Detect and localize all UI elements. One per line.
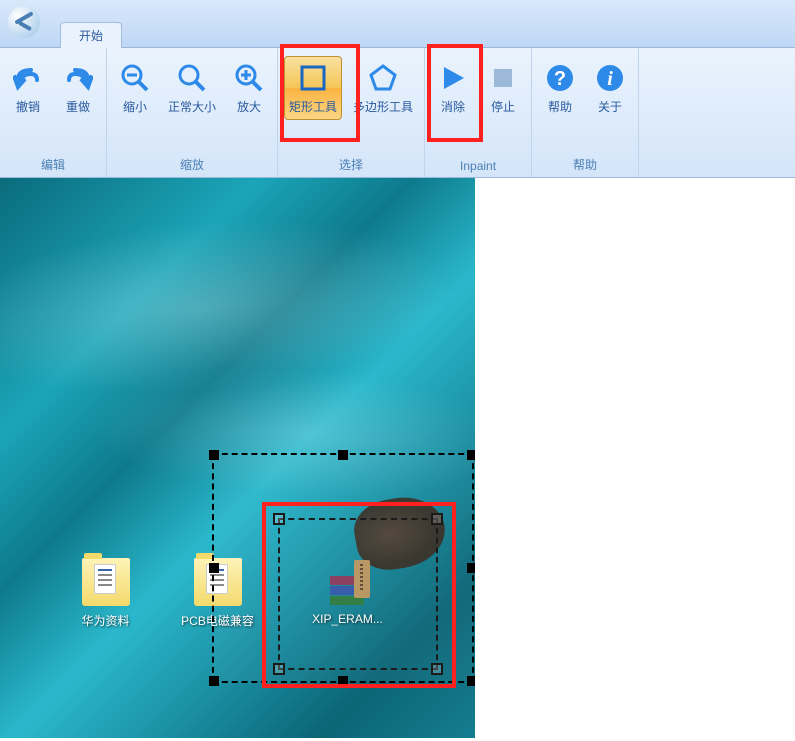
help-button[interactable]: ? 帮助 [538,56,582,120]
svg-text:?: ? [554,68,566,90]
svg-text:i: i [607,68,613,90]
tab-strip: 开始 [60,0,122,47]
zoom-in-icon [232,61,266,95]
group-label-inpaint: Inpaint [431,157,525,175]
app-icon[interactable] [8,6,40,38]
group-label-select: 选择 [284,154,418,175]
rectangle-icon [296,61,330,95]
help-icon: ? [543,61,577,95]
desktop-icon-1: 华为资料 [58,558,153,629]
title-bar: 开始 [0,0,795,48]
rect-tool-button[interactable]: 矩形工具 [284,56,342,120]
info-icon: i [593,61,627,95]
play-icon [436,61,470,95]
ribbon-group-zoom: 缩小 正常大小 放大 缩放 [107,48,278,177]
erase-button[interactable]: 消除 [431,56,475,120]
redo-button[interactable]: 重做 [56,56,100,120]
stop-icon [486,61,520,95]
stop-button[interactable]: 停止 [481,56,525,120]
ribbon-group-select: 矩形工具 多边形工具 选择 [278,48,425,177]
redo-icon [61,61,95,95]
tab-start[interactable]: 开始 [60,22,122,48]
selection-inner[interactable] [278,518,438,670]
canvas-image[interactable]: 华为资料 PCB电磁兼容 XIP_ERAM... [0,178,475,738]
group-label-zoom: 缩放 [113,154,271,175]
ribbon-group-inpaint: 消除 停止 Inpaint [425,48,532,177]
zoom-normal-icon [175,61,209,95]
content-area: 华为资料 PCB电磁兼容 XIP_ERAM... [0,178,795,741]
polygon-tool-button[interactable]: 多边形工具 [348,56,418,120]
folder-icon [82,558,130,606]
zoom-out-icon [118,61,152,95]
about-button[interactable]: i 关于 [588,56,632,120]
zoom-normal-button[interactable]: 正常大小 [163,56,221,120]
zoom-out-button[interactable]: 缩小 [113,56,157,120]
group-label-help: 帮助 [538,154,632,175]
ribbon: 撤销 重做 编辑 缩小 正常大小 [0,48,795,178]
ribbon-group-edit: 撤销 重做 编辑 [0,48,107,177]
polygon-icon [366,61,400,95]
undo-icon [11,61,45,95]
ribbon-group-help: ? 帮助 i 关于 帮助 [532,48,639,177]
undo-button[interactable]: 撤销 [6,56,50,120]
zoom-in-button[interactable]: 放大 [227,56,271,120]
group-label-edit: 编辑 [6,154,100,175]
